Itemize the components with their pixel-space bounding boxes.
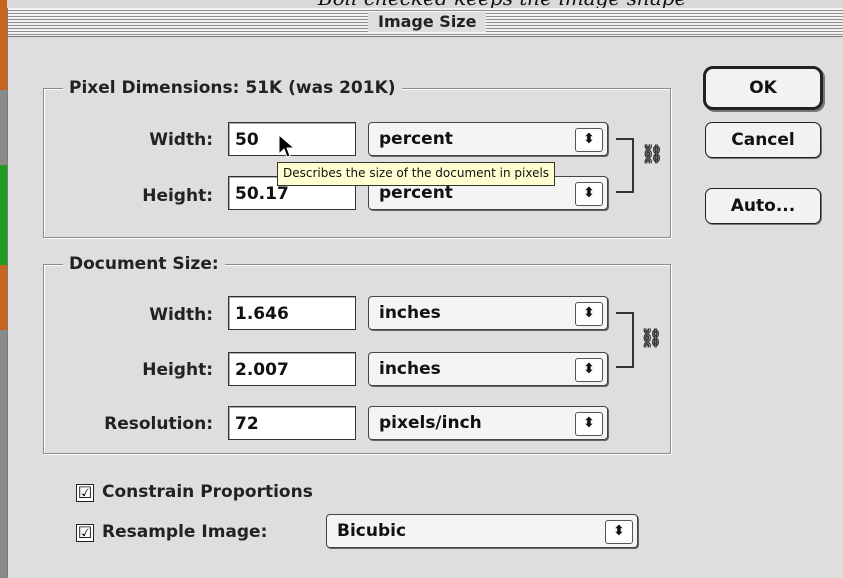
doc-width-input[interactable]: 1.646 xyxy=(228,296,356,330)
resample-method-label: Bicubic xyxy=(337,521,407,541)
document-size-heading: Document Size: xyxy=(63,254,225,274)
doc-link-bracket xyxy=(616,312,634,368)
edge-segment-orange-2 xyxy=(0,265,7,330)
doc-width-label: Width: xyxy=(149,305,213,325)
doc-height-label: Height: xyxy=(142,360,213,380)
constrain-proportions-checkbox[interactable]: ☑ xyxy=(76,484,94,502)
doc-width-unit-label: inches xyxy=(379,303,441,323)
mouse-cursor-icon xyxy=(278,134,296,158)
doc-height-unit-select[interactable]: inches ⬍ xyxy=(368,352,608,386)
pixel-link-bracket xyxy=(616,138,634,193)
resolution-unit-label: pixels/inch xyxy=(379,413,482,433)
pixel-height-unit-label: percent xyxy=(379,183,453,203)
doc-width-unit-select[interactable]: inches ⬍ xyxy=(368,296,608,330)
popup-arrows-icon: ⬍ xyxy=(575,302,603,326)
popup-arrows-icon: ⬍ xyxy=(575,128,603,152)
constrain-proportions-label: Constrain Proportions xyxy=(102,482,313,502)
popup-arrows-icon: ⬍ xyxy=(605,520,633,544)
resolution-input[interactable]: 72 xyxy=(228,406,356,440)
resample-image-checkbox[interactable]: ☑ xyxy=(76,524,94,542)
edge-segment-orange xyxy=(0,0,7,90)
resolution-unit-select[interactable]: pixels/inch ⬍ xyxy=(368,406,608,440)
doc-height-input[interactable]: 2.007 xyxy=(228,352,356,386)
edge-segment-green xyxy=(0,165,7,265)
resample-image-label: Resample Image: xyxy=(102,522,268,542)
ok-button[interactable]: OK xyxy=(703,66,823,110)
chain-link-icon: ⛓ xyxy=(641,144,664,165)
tooltip: Describes the size of the document in pi… xyxy=(277,162,556,186)
cancel-button[interactable]: Cancel xyxy=(705,122,821,158)
popup-arrows-icon: ⬍ xyxy=(575,182,603,206)
popup-arrows-icon: ⬍ xyxy=(575,358,603,382)
resample-method-select[interactable]: Bicubic ⬍ xyxy=(326,514,638,548)
doc-height-unit-label: inches xyxy=(379,359,441,379)
pixel-width-unit-label: percent xyxy=(379,129,453,149)
caption-text: Boll checked keeps the image shape xyxy=(318,0,798,8)
resolution-label: Resolution: xyxy=(104,414,213,434)
image-size-dialog: Image Size Pixel Dimensions: 51K (was 20… xyxy=(7,8,843,578)
title-bar[interactable]: Image Size xyxy=(8,8,843,37)
dialog-title: Image Size xyxy=(368,12,487,32)
pixel-width-unit-select[interactable]: percent ⬍ xyxy=(368,122,608,156)
popup-arrows-icon: ⬍ xyxy=(575,412,603,436)
background-window-edge xyxy=(0,0,7,578)
chain-link-icon: ⛓ xyxy=(640,328,663,349)
pixel-height-label: Height: xyxy=(142,186,213,206)
pixel-dimensions-heading: Pixel Dimensions: 51K (was 201K) xyxy=(63,78,402,98)
pixel-width-label: Width: xyxy=(149,130,213,150)
auto-button[interactable]: Auto... xyxy=(705,188,821,224)
